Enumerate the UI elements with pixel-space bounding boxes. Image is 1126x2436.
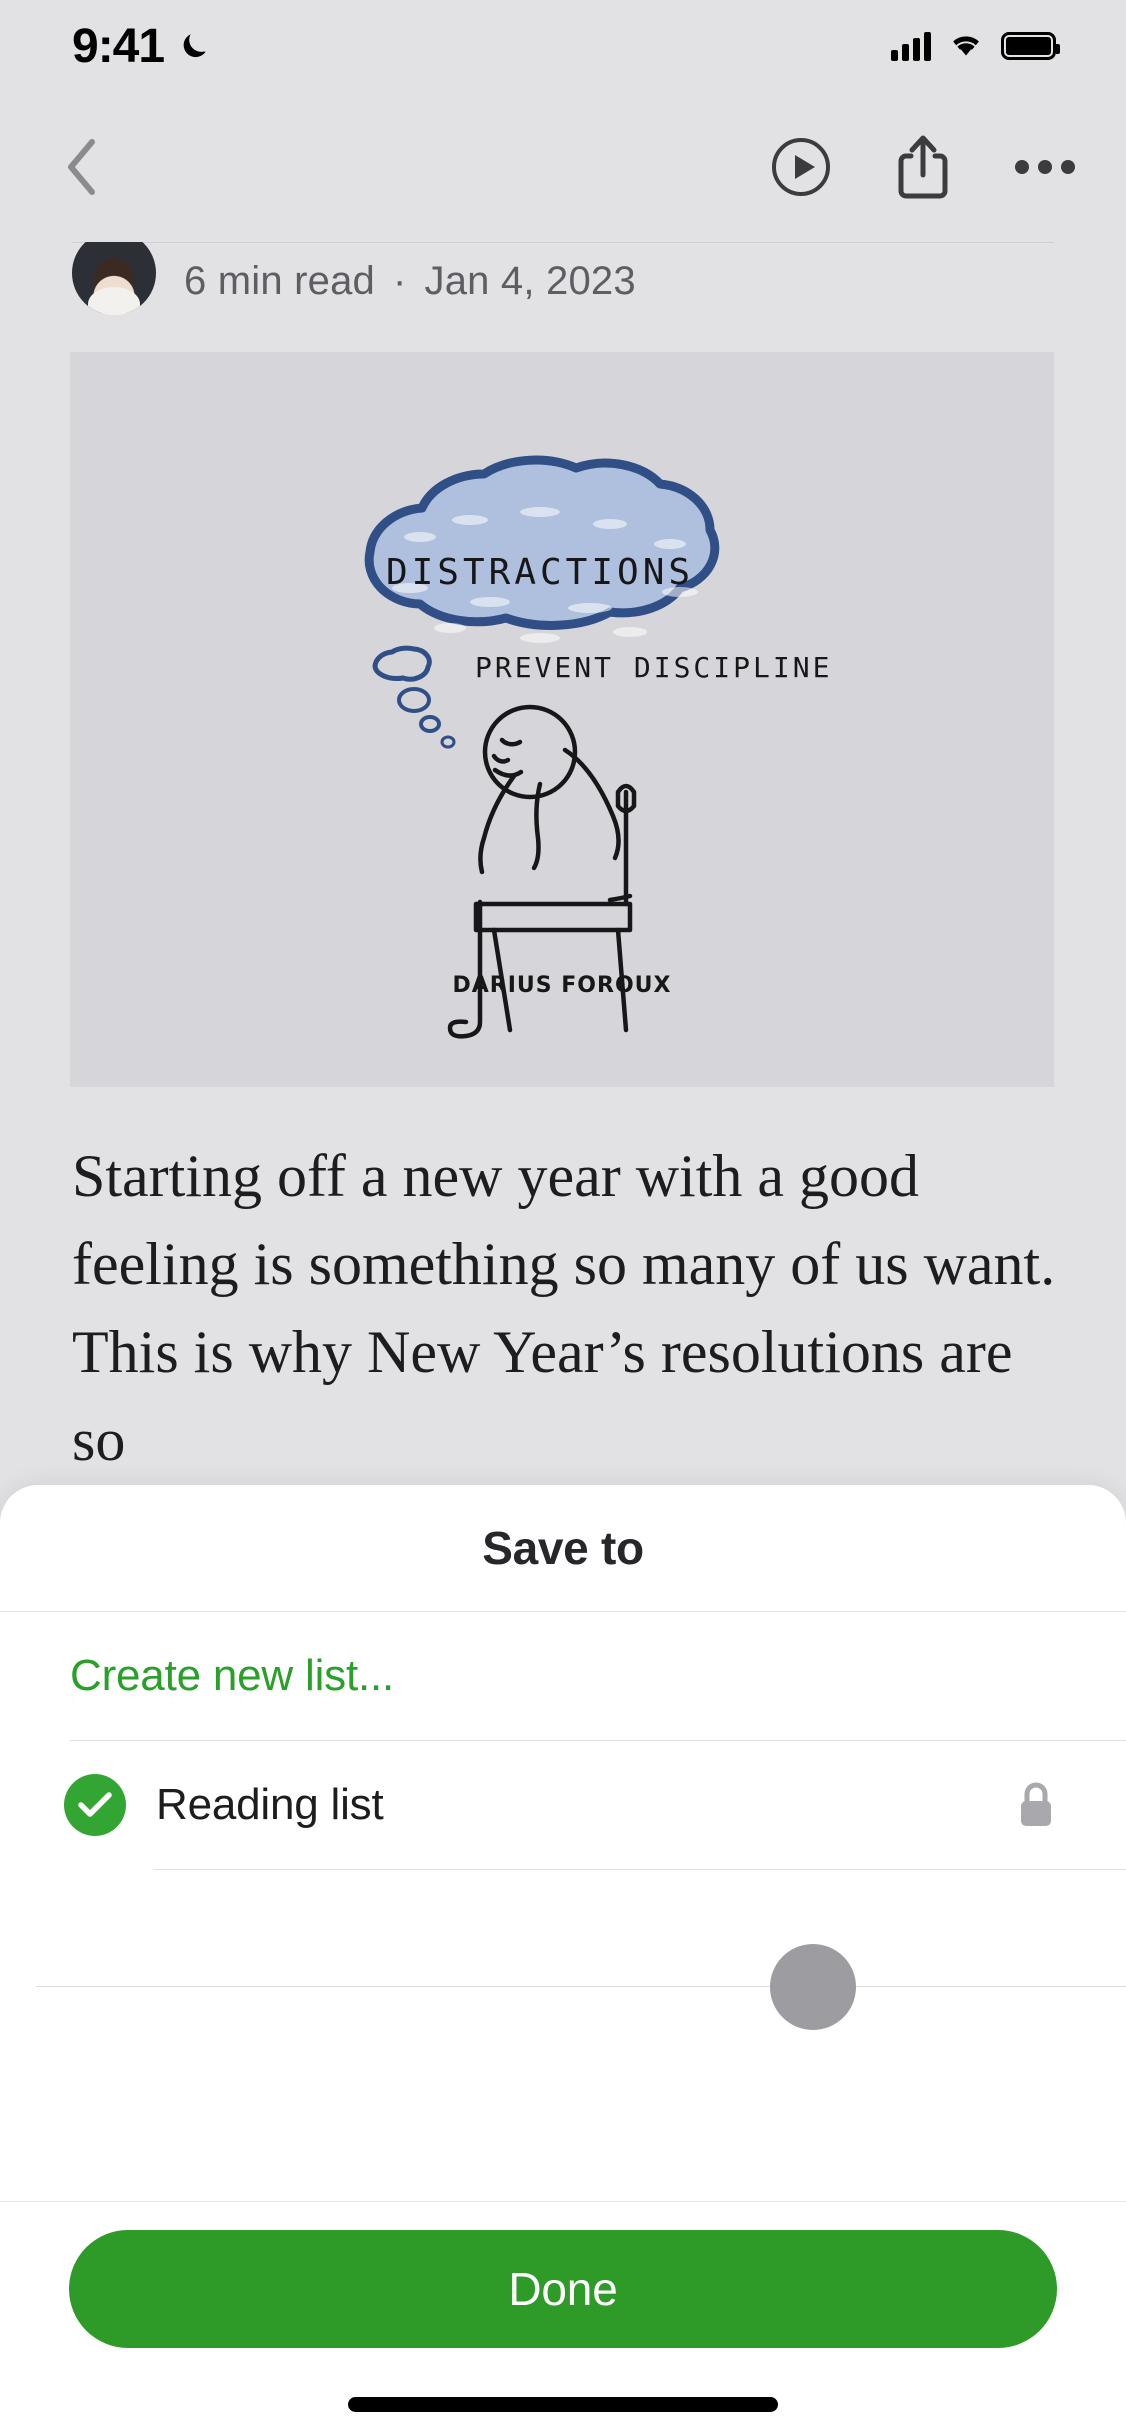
- lower-divider: [36, 1986, 1126, 1987]
- publish-date: Jan 4, 2023: [424, 259, 636, 303]
- status-time: 9:41: [72, 19, 165, 73]
- home-indicator[interactable]: [348, 2397, 778, 2412]
- article-body: Starting off a new year with a good feel…: [72, 1143, 1056, 1473]
- hero-illustration[interactable]: DISTRACTIONS PREVENT DISCIPLINE DARIUS F…: [70, 352, 1054, 1087]
- nav-actions: [768, 134, 1078, 200]
- read-time: 6 min read: [184, 259, 375, 303]
- list-item-reading-list[interactable]: Reading list: [0, 1741, 1126, 1869]
- wifi-icon: [947, 29, 985, 64]
- play-circle-icon[interactable]: [768, 134, 834, 200]
- back-button[interactable]: [52, 137, 112, 197]
- byline-meta: 6 min read · Jan 4, 2023: [184, 259, 636, 304]
- list-item-label: Reading list: [156, 1780, 384, 1829]
- article-content: 6 min read · Jan 4, 2023 DISTRACTIONS PR…: [0, 242, 1126, 1485]
- create-new-list-button[interactable]: Create new list...: [0, 1612, 1126, 1740]
- phone-screen: 9:41 6 min read · Jan 4, 2023 DISTRACTIO…: [0, 0, 1126, 2436]
- placeholder-avatar[interactable]: [770, 1944, 856, 2030]
- status-bar-left: 9:41: [72, 19, 212, 74]
- sheet-title: Save to: [482, 1522, 644, 1574]
- battery-full-icon: [1001, 32, 1060, 60]
- navigation-bar: [0, 92, 1126, 242]
- status-bar: 9:41: [0, 0, 1126, 92]
- lock-icon: [1014, 1778, 1058, 1832]
- create-new-list-label: Create new list...: [70, 1651, 395, 1700]
- cellular-bars-icon: [891, 31, 931, 61]
- crescent-moon-icon: [178, 29, 212, 63]
- hero-signature: DARIUS FOROUX: [453, 973, 672, 998]
- done-button[interactable]: Done: [69, 2230, 1057, 2348]
- hero-subtitle: PREVENT DISCIPLINE: [475, 651, 832, 684]
- ellipsis-icon[interactable]: [1012, 134, 1078, 200]
- check-circle-icon[interactable]: [64, 1774, 126, 1836]
- status-bar-right: [891, 29, 1060, 64]
- byline: 6 min read · Jan 4, 2023: [72, 242, 1054, 320]
- avatar[interactable]: [72, 242, 156, 315]
- byline-separator: ·: [392, 259, 407, 303]
- share-up-icon[interactable]: [890, 134, 956, 200]
- save-to-sheet: Save to Create new list... Reading list: [0, 1485, 1126, 2436]
- sheet-empty-area: [0, 1870, 1126, 2132]
- cloud-text: DISTRACTIONS: [386, 552, 694, 593]
